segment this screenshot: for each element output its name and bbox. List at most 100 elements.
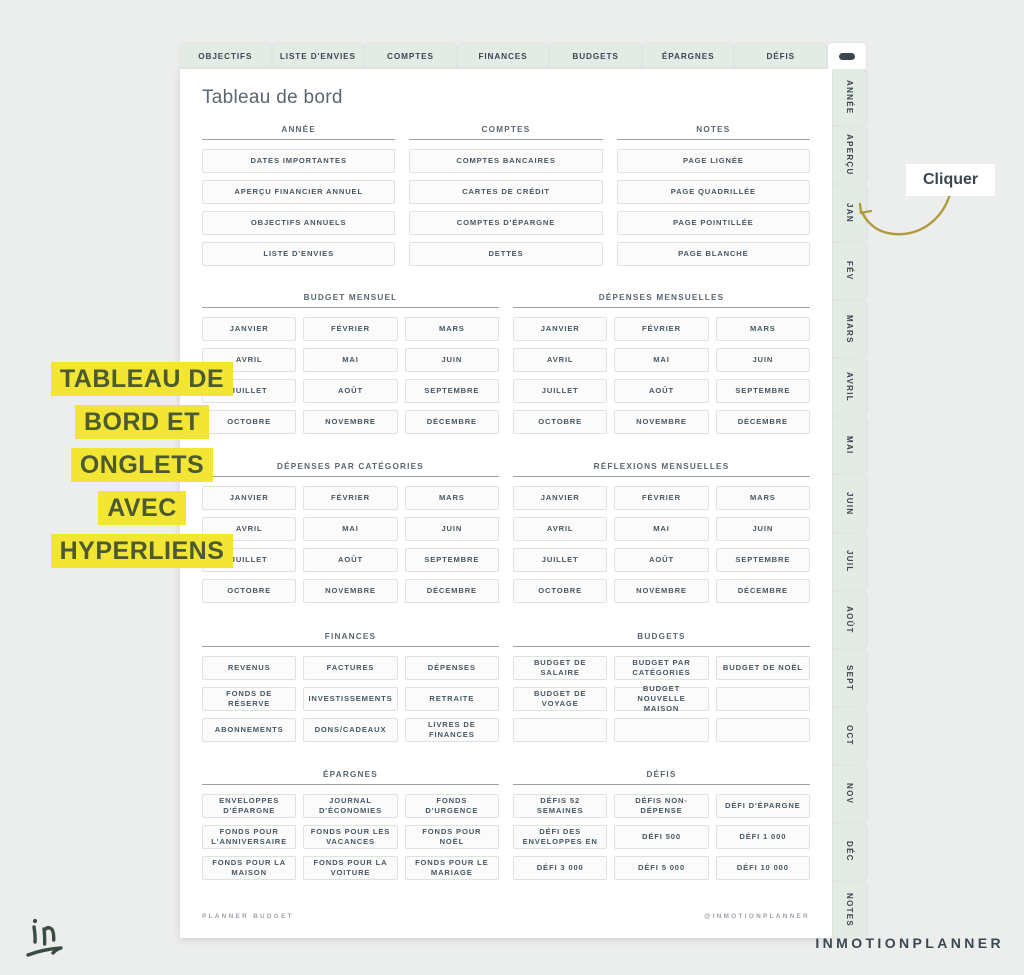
link-button-juillet[interactable]: JUILLET	[513, 548, 608, 572]
link-button-avril[interactable]: AVRIL	[513, 517, 608, 541]
link-button-page-lign-e[interactable]: PAGE LIGNÉE	[616, 149, 810, 173]
link-button-d-cembre[interactable]: DÉCEMBRE	[404, 410, 499, 434]
side-tab-nov[interactable]: NOV	[833, 765, 866, 822]
link-button-dates-importantes[interactable]: DATES IMPORTANTES	[202, 149, 396, 173]
link-button-juin[interactable]: JUIN	[715, 348, 810, 372]
link-button-budget-de-salaire[interactable]: BUDGET DE SALAIRE	[513, 656, 608, 680]
link-button-f-vrier[interactable]: FÉVRIER	[303, 486, 398, 510]
link-button-d-fi-des-enveloppes-en[interactable]: DÉFI DES ENVELOPPES EN	[513, 825, 608, 849]
link-button-revenus[interactable]: REVENUS	[202, 656, 297, 680]
link-button-janvier[interactable]: JANVIER	[202, 317, 297, 341]
side-tab-anne[interactable]: ANNÉE	[833, 69, 866, 126]
link-button-d-penses[interactable]: DÉPENSES	[404, 656, 499, 680]
top-tab-3[interactable]: FINANCES	[457, 43, 549, 69]
link-button-mai[interactable]: MAI	[614, 348, 709, 372]
top-tab-2[interactable]: COMPTES	[365, 43, 456, 69]
link-button-f-vrier[interactable]: FÉVRIER	[614, 317, 709, 341]
link-button-d-cembre[interactable]: DÉCEMBRE	[715, 410, 810, 434]
link-button-d-fis-52-semaines[interactable]: DÉFIS 52 SEMAINES	[513, 794, 608, 818]
side-tab-fv[interactable]: FÉV	[833, 243, 866, 300]
link-button-livres-de-finances[interactable]: LIVRES DE FINANCES	[404, 718, 499, 742]
side-tab-juil[interactable]: JUIL	[833, 533, 866, 590]
link-button-novembre[interactable]: NOVEMBRE	[303, 579, 398, 603]
link-button-septembre[interactable]: SEPTEMBRE	[404, 548, 499, 572]
link-button-fonds-pour-l-anniversaire[interactable]: FONDS POUR L'ANNIVERSAIRE	[202, 825, 297, 849]
link-button-d-fi-3-000[interactable]: DÉFI 3 000	[513, 856, 608, 880]
link-button-d-cembre[interactable]: DÉCEMBRE	[715, 579, 810, 603]
link-button-octobre[interactable]: OCTOBRE	[513, 410, 608, 434]
link-button-juillet[interactable]: JUILLET	[513, 379, 608, 403]
link-button-d-fi-500[interactable]: DÉFI 500	[614, 825, 709, 849]
link-button-fonds-pour-les-vacances[interactable]: FONDS POUR LES VACANCES	[303, 825, 398, 849]
link-button-avril[interactable]: AVRIL	[513, 348, 608, 372]
link-button-mai[interactable]: MAI	[303, 517, 398, 541]
link-button-octobre[interactable]: OCTOBRE	[513, 579, 608, 603]
link-button-juin[interactable]: JUIN	[715, 517, 810, 541]
link-button-fonds-pour-le-mariage[interactable]: FONDS POUR LE MARIAGE	[404, 856, 499, 880]
link-button-fonds-d-urgence[interactable]: FONDS D'URGENCE	[404, 794, 499, 818]
link-button-abonnements[interactable]: ABONNEMENTS	[202, 718, 297, 742]
link-button-mars[interactable]: MARS	[404, 317, 499, 341]
link-button-enveloppes-d-pargne[interactable]: ENVELOPPES D'ÉPARGNE	[202, 794, 297, 818]
link-button-d-fi-5-000[interactable]: DÉFI 5 000	[614, 856, 709, 880]
side-tab-aperu[interactable]: APERÇU	[833, 127, 866, 184]
side-tab-oct[interactable]: OCT	[833, 707, 866, 764]
link-button-page-quadrill-e[interactable]: PAGE QUADRILLÉE	[616, 180, 810, 204]
side-tab-dc[interactable]: DÉC	[833, 823, 866, 880]
top-tab-5[interactable]: ÉPARGNES	[642, 43, 734, 69]
top-tab-4[interactable]: BUDGETS	[550, 43, 641, 69]
side-tab-juin[interactable]: JUIN	[833, 475, 866, 532]
link-button-mars[interactable]: MARS	[404, 486, 499, 510]
link-button-comptes-d-pargne[interactable]: COMPTES D'ÉPARGNE	[409, 211, 603, 235]
top-tab-6[interactable]: DÉFIS	[735, 43, 827, 69]
link-button-dettes[interactable]: DETTES	[409, 242, 603, 266]
link-button-ao-t[interactable]: AOÛT	[614, 548, 709, 572]
link-button-d-fi-d-pargne[interactable]: DÉFI D'ÉPARGNE	[715, 794, 810, 818]
link-button-d-fi-10-000[interactable]: DÉFI 10 000	[715, 856, 810, 880]
link-button-page-blanche[interactable]: PAGE BLANCHE	[616, 242, 810, 266]
link-button-ao-t[interactable]: AOÛT	[303, 548, 398, 572]
link-button-mars[interactable]: MARS	[715, 486, 810, 510]
link-button-budget-de-voyage[interactable]: BUDGET DE VOYAGE	[513, 687, 608, 711]
link-button-mai[interactable]: MAI	[303, 348, 398, 372]
link-button-investissements[interactable]: INVESTISSEMENTS	[303, 687, 398, 711]
link-button-page-pointill-e[interactable]: PAGE POINTILLÉE	[616, 211, 810, 235]
link-button-fonds-de-r-serve[interactable]: FONDS DE RÉSERVE	[202, 687, 297, 711]
link-button-fonds-pour-la-maison[interactable]: FONDS POUR LA MAISON	[202, 856, 297, 880]
link-button-aper-u-financier-annuel[interactable]: APERÇU FINANCIER ANNUEL	[202, 180, 396, 204]
link-button-cartes-de-cr-dit[interactable]: CARTES DE CRÉDIT	[409, 180, 603, 204]
link-button-janvier[interactable]: JANVIER	[513, 317, 608, 341]
link-button-liste-d-envies[interactable]: LISTE D'ENVIES	[202, 242, 396, 266]
link-button-d-fi-1-000[interactable]: DÉFI 1 000	[715, 825, 810, 849]
link-button-mars[interactable]: MARS	[715, 317, 810, 341]
menu-tab-button[interactable]	[828, 43, 867, 69]
link-button-comptes-bancaires[interactable]: COMPTES BANCAIRES	[409, 149, 603, 173]
link-button-fonds-pour-la-voiture[interactable]: FONDS POUR LA VOITURE	[303, 856, 398, 880]
link-button-novembre[interactable]: NOVEMBRE	[303, 410, 398, 434]
side-tab-notes[interactable]: NOTES	[833, 881, 866, 938]
link-button-d-fis-non-d-pense[interactable]: DÉFIS NON-DÉPENSE	[614, 794, 709, 818]
side-tab-aot[interactable]: AOÛT	[833, 591, 866, 648]
top-tab-0[interactable]: OBJECTIFS	[180, 43, 271, 69]
link-button-f-vrier[interactable]: FÉVRIER	[614, 486, 709, 510]
link-button-budget-de-no-l[interactable]: BUDGET DE NOËL	[715, 656, 810, 680]
link-button-octobre[interactable]: OCTOBRE	[202, 579, 297, 603]
side-tab-avril[interactable]: AVRIL	[833, 359, 866, 416]
link-button-d-cembre[interactable]: DÉCEMBRE	[404, 579, 499, 603]
side-tab-mai[interactable]: MAI	[833, 417, 866, 474]
link-button-septembre[interactable]: SEPTEMBRE	[404, 379, 499, 403]
link-button-f-vrier[interactable]: FÉVRIER	[303, 317, 398, 341]
link-button-janvier[interactable]: JANVIER	[513, 486, 608, 510]
link-button-ao-t[interactable]: AOÛT	[303, 379, 398, 403]
link-button-dons-cadeaux[interactable]: DONS/CADEAUX	[303, 718, 398, 742]
link-button-juin[interactable]: JUIN	[404, 517, 499, 541]
link-button-septembre[interactable]: SEPTEMBRE	[715, 548, 810, 572]
link-button-juin[interactable]: JUIN	[404, 348, 499, 372]
link-button-retraite[interactable]: RETRAITE	[404, 687, 499, 711]
link-button-fonds-pour-no-l[interactable]: FONDS POUR NOËL	[404, 825, 499, 849]
link-button-ao-t[interactable]: AOÛT	[614, 379, 709, 403]
link-button-budget-nouvelle-maison[interactable]: BUDGET NOUVELLE MAISON	[614, 684, 709, 713]
link-button-novembre[interactable]: NOVEMBRE	[614, 579, 709, 603]
link-button-budget-par-cat-gories[interactable]: BUDGET PAR CATÉGORIES	[614, 656, 709, 680]
link-button-novembre[interactable]: NOVEMBRE	[614, 410, 709, 434]
